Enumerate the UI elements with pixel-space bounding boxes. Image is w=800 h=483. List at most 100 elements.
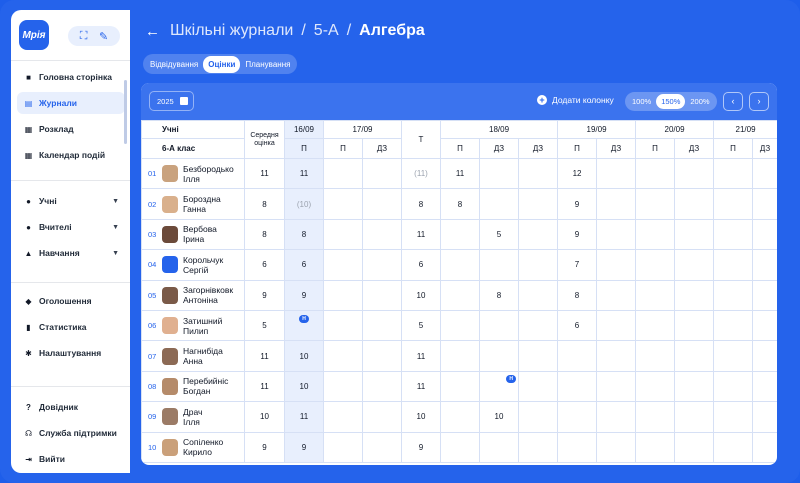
grade-cell[interactable] — [323, 309, 363, 342]
grade-cell[interactable] — [674, 431, 715, 463]
column-header[interactable]: П — [323, 138, 363, 159]
column-header[interactable]: ДЗ — [362, 138, 402, 159]
grade-cell[interactable] — [674, 157, 715, 190]
grade-cell[interactable] — [517, 249, 559, 281]
grade-cell[interactable] — [557, 431, 598, 463]
column-header[interactable]: ДЗ — [752, 138, 777, 159]
zoom-200[interactable]: 200% — [685, 94, 714, 109]
grade-cell[interactable] — [635, 401, 676, 433]
grade-cell[interactable] — [674, 340, 715, 372]
grade-cell[interactable] — [557, 370, 598, 403]
grade-cell[interactable] — [752, 157, 777, 190]
grade-cell[interactable] — [362, 370, 402, 403]
grade-cell[interactable] — [713, 370, 754, 403]
grade-cell[interactable] — [323, 157, 363, 190]
grade-cell[interactable] — [713, 188, 754, 220]
grade-cell[interactable] — [323, 340, 363, 372]
sidebar-item-home[interactable]: ■ Головна сторінка — [17, 66, 125, 88]
sidebar-item-schedule[interactable]: ▦ Розклад — [17, 118, 125, 140]
grade-cell[interactable] — [362, 431, 402, 463]
grade-cell[interactable] — [323, 431, 363, 463]
column-header[interactable]: Т — [401, 120, 441, 159]
grade-cell[interactable] — [517, 340, 559, 372]
date-header[interactable]: 16/09 — [284, 120, 324, 139]
grade-cell[interactable] — [752, 309, 777, 342]
column-header[interactable]: П — [713, 138, 754, 159]
grade-cell[interactable]: 12 — [557, 157, 598, 190]
grade-cell[interactable]: 9 — [284, 431, 324, 463]
grade-cell[interactable]: (11) — [401, 157, 441, 190]
year-picker[interactable]: 2025 — [149, 91, 194, 111]
date-header[interactable]: 21/09 — [713, 120, 777, 139]
grade-cell[interactable] — [440, 218, 480, 251]
column-header[interactable]: ДЗ — [479, 138, 519, 159]
grade-cell[interactable]: 9 — [401, 431, 441, 463]
tab-planning[interactable]: Планування — [240, 56, 295, 73]
student-cell[interactable]: 02 Бороздна Ганна — [141, 188, 245, 220]
grade-cell[interactable]: 11 — [401, 370, 441, 403]
column-header[interactable]: ДЗ — [674, 138, 715, 159]
grade-cell[interactable] — [674, 279, 715, 311]
grade-cell[interactable] — [752, 401, 777, 433]
grade-cell[interactable] — [517, 309, 559, 342]
grade-cell[interactable]: 11 — [440, 157, 480, 190]
grade-cell[interactable] — [674, 188, 715, 220]
grade-cell[interactable] — [517, 218, 559, 251]
grade-cell[interactable]: 8 — [401, 188, 441, 220]
grade-cell[interactable] — [479, 188, 519, 220]
grade-cell[interactable]: 9 — [557, 218, 598, 251]
grade-cell[interactable]: Н — [479, 370, 519, 403]
grade-cell[interactable] — [440, 431, 480, 463]
grade-cell[interactable] — [440, 279, 480, 311]
grade-cell[interactable] — [596, 279, 637, 311]
grade-cell[interactable]: 5 — [479, 218, 519, 251]
grade-cell[interactable]: 8 — [557, 279, 598, 311]
grade-cell[interactable] — [713, 279, 754, 311]
student-cell[interactable]: 07 Нагнибіда Анна — [141, 340, 245, 372]
breadcrumb-class[interactable]: 5-А — [314, 22, 339, 40]
prev-page-button[interactable]: ‹ — [723, 92, 743, 111]
grade-cell[interactable] — [635, 218, 676, 251]
back-arrow-icon[interactable]: ← — [145, 23, 160, 40]
column-header[interactable]: П — [635, 138, 676, 159]
grade-cell[interactable] — [752, 218, 777, 251]
student-cell[interactable]: 01 Безбородько Ілля — [141, 157, 245, 190]
grade-cell[interactable] — [674, 309, 715, 342]
grade-cell[interactable]: 9 — [557, 188, 598, 220]
zoom-150[interactable]: 150% — [656, 94, 686, 109]
grade-cell[interactable] — [596, 370, 637, 403]
grade-cell[interactable] — [635, 431, 676, 463]
grade-cell[interactable]: 11 — [284, 157, 324, 190]
column-header[interactable]: П — [440, 138, 480, 159]
sidebar-item-teachers[interactable]: ● Вчителі ▼ — [17, 216, 125, 238]
grade-cell[interactable] — [517, 279, 559, 311]
grade-cell[interactable] — [713, 249, 754, 281]
grade-cell[interactable] — [752, 370, 777, 403]
grade-cell[interactable] — [635, 309, 676, 342]
student-cell[interactable]: 06 Затишний Пилип — [141, 309, 245, 342]
grade-cell[interactable] — [517, 370, 559, 403]
grade-cell[interactable] — [362, 279, 402, 311]
grade-cell[interactable]: 11 — [401, 340, 441, 372]
date-header[interactable]: 18/09 — [439, 120, 559, 139]
grade-cell[interactable]: (10) — [284, 188, 324, 220]
student-cell[interactable]: 03 Вербова Ірина — [141, 218, 245, 251]
student-cell[interactable]: 10 Сопіленко Кирило — [141, 431, 245, 463]
sidebar-item-students[interactable]: ● Учні ▼ — [17, 190, 125, 212]
next-page-button[interactable]: › — [749, 92, 769, 111]
grade-cell[interactable]: 9 — [284, 279, 324, 311]
grade-cell[interactable] — [713, 401, 754, 433]
grade-cell[interactable]: 8 — [440, 188, 480, 220]
app-logo[interactable]: Мрія — [19, 20, 49, 50]
grade-cell[interactable] — [713, 218, 754, 251]
grade-cell[interactable] — [713, 340, 754, 372]
grade-cell[interactable]: 10 — [479, 401, 519, 433]
grade-cell[interactable]: 11 — [284, 401, 324, 433]
grade-cell[interactable] — [362, 401, 402, 433]
grade-cell[interactable] — [479, 249, 519, 281]
grade-cell[interactable]: 5 — [401, 309, 441, 342]
grade-cell[interactable] — [635, 340, 676, 372]
grade-cell[interactable] — [752, 188, 777, 220]
grade-cell[interactable] — [362, 157, 402, 190]
grade-cell[interactable] — [596, 431, 637, 463]
